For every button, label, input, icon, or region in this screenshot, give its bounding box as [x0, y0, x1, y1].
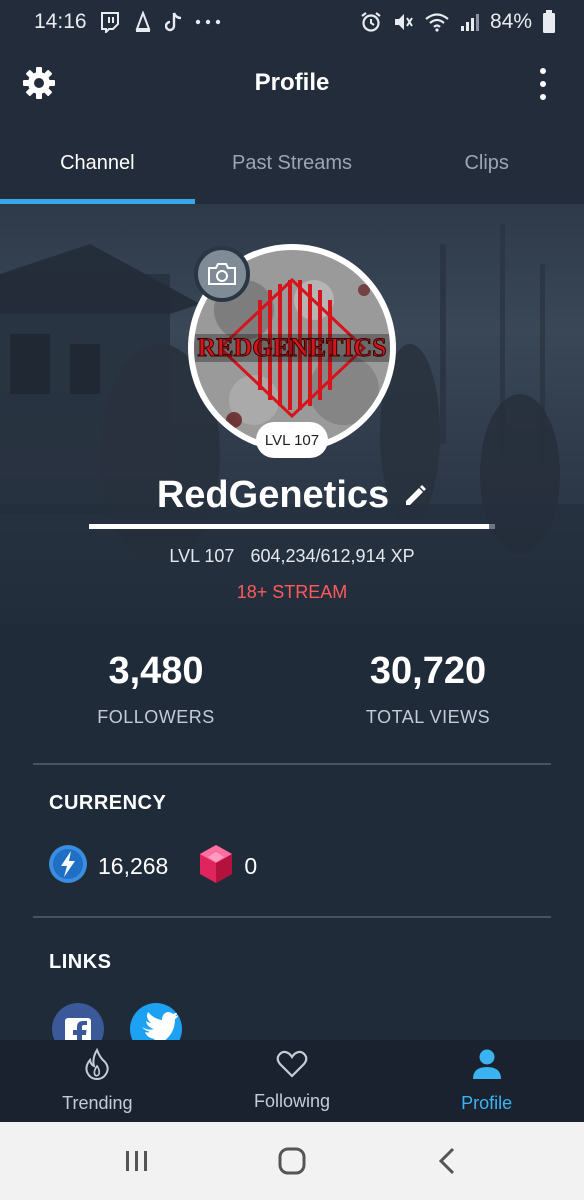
status-right: 84% — [360, 10, 556, 34]
status-left: 14:16 — [34, 10, 221, 34]
links-title: LINKS — [49, 951, 112, 973]
nav-profile[interactable]: Profile — [389, 1040, 584, 1122]
bottom-navigation: Trending Following Profile — [0, 1040, 584, 1122]
tab-clips[interactable]: Clips — [389, 122, 584, 204]
level-badge: LVL 107 — [256, 422, 328, 458]
edit-pencil-icon[interactable] — [403, 484, 427, 508]
xp-progress-fill — [89, 524, 490, 529]
avatar-logo-text: REDGENETICS — [197, 333, 386, 362]
total-views-count: 30,720 — [369, 650, 487, 692]
status-time: 14:16 — [34, 10, 87, 33]
app-bar: Profile — [0, 44, 584, 122]
total-views-stat: 30,720 TOTAL VIEWS — [312, 650, 544, 728]
profile-hero: REDGENETICS LVL 107 RedGenetics LVL 107 … — [0, 204, 584, 624]
heart-icon — [276, 1050, 308, 1083]
battery-icon — [542, 10, 556, 34]
tab-channel[interactable]: Channel — [0, 122, 195, 204]
status-bar: 14:16 84% — [0, 0, 584, 44]
tab-bar: Channel Past Streams Clips — [0, 122, 584, 204]
page-title: Profile — [254, 69, 330, 96]
followers-label: FOLLOWERS — [97, 707, 215, 727]
total-views-label: TOTAL VIEWS — [365, 707, 491, 727]
divider — [33, 763, 551, 765]
tab-past-streams[interactable]: Past Streams — [195, 122, 390, 204]
flame-icon — [84, 1047, 110, 1085]
followers-count: 3,480 — [108, 650, 204, 692]
person-icon — [471, 1048, 503, 1085]
username: RedGenetics — [156, 474, 390, 516]
gems-currency: 0 — [198, 844, 257, 889]
currency-row: 16,268 0 — [48, 844, 287, 889]
system-navigation-bar — [0, 1122, 584, 1200]
nav-following[interactable]: Following — [195, 1040, 390, 1122]
gem-icon — [198, 844, 234, 889]
stream-rating-tag: 18+ STREAM — [236, 582, 348, 602]
alarm-icon — [360, 11, 382, 33]
lightning-bolt-icon — [48, 844, 88, 889]
change-avatar-camera-icon[interactable] — [194, 246, 250, 302]
mute-icon — [392, 11, 414, 33]
back-icon[interactable] — [427, 1141, 467, 1181]
currency-title: CURRENCY — [49, 792, 167, 814]
xp-progress-bar — [89, 524, 495, 529]
battery-percent: 84% — [489, 10, 532, 33]
nav-following-label: Following — [253, 1091, 331, 1111]
app-icon — [133, 11, 153, 33]
home-icon[interactable] — [272, 1141, 312, 1181]
more-options-icon[interactable] — [538, 68, 548, 100]
followers-stat[interactable]: 3,480 FOLLOWERS — [0, 650, 312, 728]
username-row: RedGenetics — [0, 474, 584, 517]
gems-amount: 0 — [244, 853, 258, 879]
sparks-currency: 16,268 — [48, 844, 168, 889]
level-text: LVL 107 — [169, 546, 235, 566]
recent-apps-icon[interactable] — [117, 1141, 157, 1181]
stats-row: 3,480 FOLLOWERS 30,720 TOTAL VIEWS — [0, 650, 584, 728]
settings-gear-icon[interactable] — [22, 66, 56, 100]
xp-row: LVL 107 604,234/612,914 XP — [0, 546, 584, 567]
signal-icon — [460, 12, 480, 32]
wifi-icon — [424, 11, 450, 33]
nav-trending-label: Trending — [62, 1093, 133, 1113]
divider — [33, 916, 551, 918]
nav-profile-label: Profile — [461, 1093, 513, 1113]
more-dots-icon — [195, 19, 221, 25]
sparks-amount: 16,268 — [98, 853, 169, 879]
tiktok-icon — [164, 11, 183, 33]
twitch-icon — [99, 11, 121, 33]
nav-trending[interactable]: Trending — [0, 1040, 195, 1122]
xp-text: 604,234/612,914 XP — [250, 546, 415, 566]
